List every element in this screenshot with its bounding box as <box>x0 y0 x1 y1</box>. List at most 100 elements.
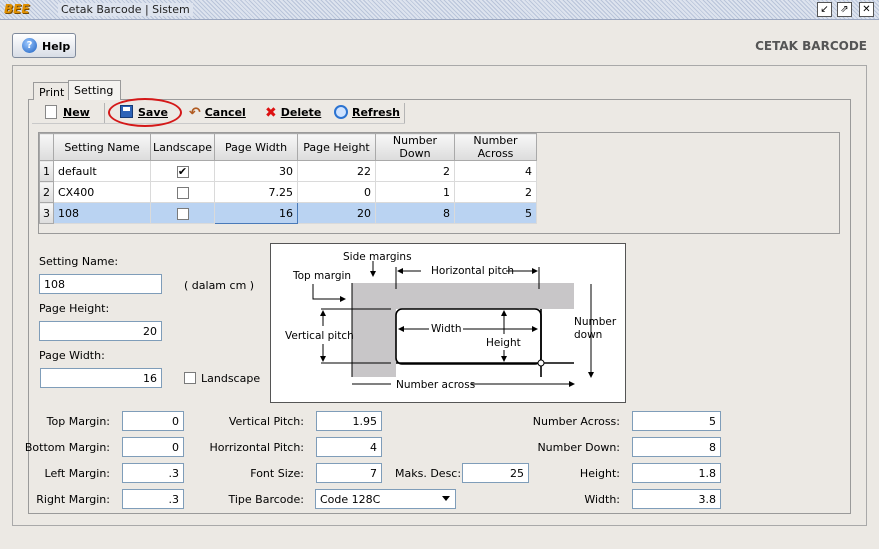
width-label: Width: <box>584 493 620 506</box>
maks-desc-label: Maks. Desc: <box>395 467 462 480</box>
row-number: 2 <box>39 181 54 203</box>
new-button[interactable]: New <box>45 105 90 123</box>
left-margin-label: Left Margin: <box>44 467 110 480</box>
help-icon: ? <box>22 38 37 53</box>
label-layout-svg: Side margins Top margin Horizontal pitch… <box>285 251 617 391</box>
new-icon <box>45 105 57 119</box>
page-height-label: Page Height: <box>39 302 110 315</box>
app-logo: BEE <box>4 2 30 16</box>
number-down-input[interactable] <box>632 437 721 457</box>
horizontal-pitch-input[interactable] <box>316 437 382 457</box>
maximize-window-button[interactable]: ⇗ <box>837 2 852 17</box>
number-across-cell[interactable]: 5 <box>454 202 537 224</box>
diagram-horizontal-pitch-label: Horizontal pitch <box>431 265 514 277</box>
font-size-input[interactable] <box>316 463 382 483</box>
setting-name-cell[interactable]: default <box>53 160 151 182</box>
number-down-label: Number Down: <box>537 441 620 454</box>
column-header[interactable]: Number Across <box>454 133 537 161</box>
right-margin-label: Right Margin: <box>36 493 110 506</box>
landscape-checkbox[interactable] <box>184 372 196 384</box>
tipe-barcode-select[interactable]: Code 128C <box>315 489 456 509</box>
diagram-number-down-label: down <box>574 329 602 341</box>
restore-window-button[interactable]: ↙ <box>817 2 832 17</box>
diagram-height-label: Height <box>486 337 521 349</box>
page-height-input[interactable] <box>39 321 162 341</box>
diagram-top-margin-label: Top margin <box>292 270 351 282</box>
top-margin-label: Top Margin: <box>46 415 110 428</box>
left-margin-input[interactable] <box>122 463 184 483</box>
row-number: 3 <box>39 202 54 224</box>
vertical-pitch-label: Vertical Pitch: <box>228 415 304 428</box>
height-label: Height: <box>579 467 620 480</box>
column-header[interactable]: Setting Name <box>53 133 151 161</box>
delete-x-icon: ✖ <box>265 105 277 121</box>
diagram-number-down-label: Number <box>574 316 617 328</box>
help-button[interactable]: ? Help <box>12 33 76 58</box>
page-width-label: Page Width: <box>39 349 105 362</box>
number-down-cell[interactable]: 2 <box>375 160 455 182</box>
chevron-down-icon[interactable] <box>442 496 450 501</box>
page-width-input[interactable] <box>40 368 162 388</box>
landscape-checkbox[interactable] <box>176 186 189 199</box>
table-row[interactable]: 1 default ✔ 30 22 2 4 <box>39 160 537 182</box>
setting-name-input[interactable] <box>39 274 162 294</box>
top-margin-input[interactable] <box>122 411 184 431</box>
width-input[interactable] <box>632 489 721 509</box>
page-width-cell[interactable]: 7.25 <box>214 181 298 203</box>
page-title: CETAK BARCODE <box>755 39 867 53</box>
table-row-selected[interactable]: 3 108 16 20 8 5 <box>39 202 537 224</box>
label-layout-diagram: Side margins Top margin Horizontal pitch… <box>270 243 626 403</box>
column-header[interactable]: Landscape <box>150 133 215 161</box>
page-width-cell[interactable]: 16 <box>214 202 298 224</box>
column-header[interactable]: Page Height <box>297 133 376 161</box>
page-height-cell[interactable]: 20 <box>297 202 376 224</box>
tipe-barcode-value: Code 128C <box>320 493 381 506</box>
new-label: New <box>63 106 90 119</box>
table-row[interactable]: 2 CX400 7.25 0 1 2 <box>39 181 537 203</box>
landscape-cell[interactable]: ✔ <box>150 160 215 182</box>
setting-name-cell[interactable]: 108 <box>53 202 151 224</box>
page-width-cell[interactable]: 30 <box>214 160 298 182</box>
diagram-side-margins-label: Side margins <box>343 251 412 263</box>
setting-name-cell[interactable]: CX400 <box>53 181 151 203</box>
diagram-width-label: Width <box>431 323 462 335</box>
diagram-vertical-pitch-label: Vertical pitch <box>285 330 354 342</box>
number-across-cell[interactable]: 4 <box>454 160 537 182</box>
undo-arrow-icon: ↶ <box>189 105 201 121</box>
page-height-cell[interactable]: 0 <box>297 181 376 203</box>
number-across-input[interactable] <box>632 411 721 431</box>
vertical-pitch-input[interactable] <box>316 411 382 431</box>
delete-button[interactable]: ✖ Delete <box>265 105 321 123</box>
cancel-button[interactable]: ↶ Cancel <box>189 105 246 123</box>
refresh-icon <box>334 105 348 119</box>
close-window-button[interactable]: ✕ <box>859 2 874 17</box>
number-down-cell[interactable]: 1 <box>375 181 455 203</box>
bottom-margin-input[interactable] <box>122 437 184 457</box>
column-header[interactable]: Page Width <box>214 133 298 161</box>
landscape-cell[interactable] <box>150 181 215 203</box>
row-number-header <box>39 133 54 161</box>
number-across-cell[interactable]: 2 <box>454 181 537 203</box>
tab-setting[interactable]: Setting <box>68 80 121 100</box>
font-size-label: Font Size: <box>250 467 304 480</box>
height-input[interactable] <box>632 463 721 483</box>
toolbar-separator <box>104 103 105 123</box>
toolbar-separator <box>404 103 405 123</box>
bottom-margin-label: Bottom Margin: <box>24 441 110 454</box>
refresh-button[interactable]: Refresh <box>334 105 400 123</box>
setting-name-label: Setting Name: <box>39 255 119 268</box>
landscape-checkbox[interactable]: ✔ <box>176 165 189 178</box>
column-header[interactable]: Number Down <box>375 133 455 161</box>
save-highlight-ring <box>108 98 182 127</box>
cancel-label: Cancel <box>204 106 246 119</box>
landscape-checkbox[interactable] <box>176 207 189 220</box>
landscape-cell[interactable] <box>150 202 215 224</box>
unit-note: ( dalam cm ) <box>184 279 255 292</box>
settings-table: Setting Name Landscape Page Width Page H… <box>39 133 537 224</box>
help-label: Help <box>42 40 71 53</box>
right-margin-input[interactable] <box>122 489 184 509</box>
number-down-cell[interactable]: 8 <box>375 202 455 224</box>
page-height-cell[interactable]: 22 <box>297 160 376 182</box>
tab-print[interactable]: Print <box>33 82 71 100</box>
diagram-number-across-label: Number across <box>396 379 475 391</box>
